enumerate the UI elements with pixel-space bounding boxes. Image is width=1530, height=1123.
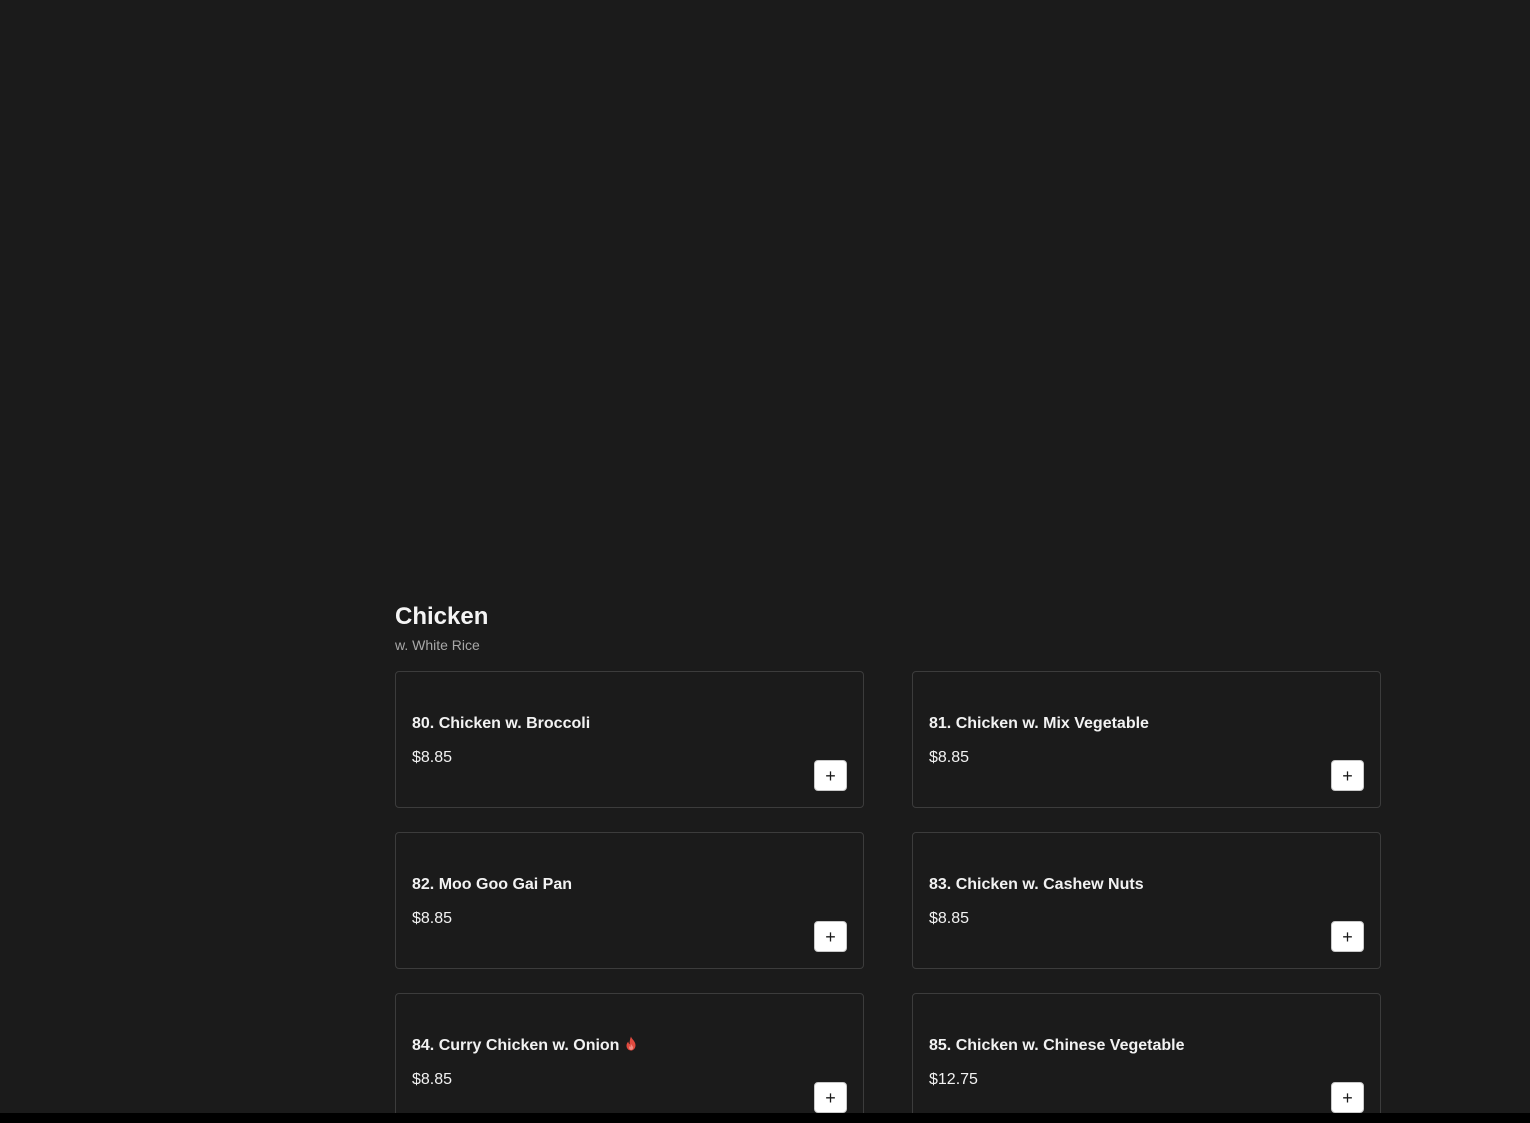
- menu-item-grid: 80. Chicken w. Broccoli $8.85 + 81. Chic…: [395, 671, 1381, 1123]
- menu-item-price: $8.85: [929, 749, 970, 766]
- add-to-cart-button[interactable]: +: [814, 1082, 847, 1113]
- bottom-bar: [0, 1113, 1530, 1123]
- menu-item-card[interactable]: 80. Chicken w. Broccoli $8.85 +: [395, 671, 864, 808]
- menu-item-card[interactable]: 83. Chicken w. Cashew Nuts $8.85 +: [912, 832, 1381, 969]
- menu-item-name: 81. Chicken w. Mix Vegetable: [929, 715, 1149, 732]
- menu-item-card[interactable]: 81. Chicken w. Mix Vegetable $8.85 +: [912, 671, 1381, 808]
- add-to-cart-button[interactable]: +: [1331, 760, 1364, 791]
- menu-item-price: $8.85: [412, 1071, 453, 1088]
- menu-item-name: 83. Chicken w. Cashew Nuts: [929, 876, 1144, 893]
- menu-item-name: 82. Moo Goo Gai Pan: [412, 876, 573, 893]
- add-to-cart-button[interactable]: +: [814, 760, 847, 791]
- flame-icon: [625, 1036, 637, 1057]
- add-to-cart-button[interactable]: +: [814, 921, 847, 952]
- section-title: Chicken: [395, 603, 489, 630]
- menu-item-card[interactable]: 84. Curry Chicken w. Onion $8.85 +: [395, 993, 864, 1123]
- menu-section-chicken: Chicken w. White Rice 80. Chicken w. Bro…: [395, 600, 1381, 1123]
- hero-area: [0, 0, 1530, 580]
- menu-item-name: 80. Chicken w. Broccoli: [412, 715, 591, 732]
- add-to-cart-button[interactable]: +: [1331, 1082, 1364, 1113]
- menu-page: Chicken w. White Rice 80. Chicken w. Bro…: [0, 0, 1530, 1123]
- menu-item-price: $12.75: [929, 1071, 978, 1088]
- menu-item-card[interactable]: 85. Chicken w. Chinese Vegetable $12.75 …: [912, 993, 1381, 1123]
- menu-item-card[interactable]: 82. Moo Goo Gai Pan $8.85 +: [395, 832, 864, 969]
- menu-item-name: 84. Curry Chicken w. Onion: [412, 1036, 637, 1057]
- menu-item-price: $8.85: [412, 749, 453, 766]
- menu-item-price: $8.85: [412, 910, 453, 927]
- add-to-cart-button[interactable]: +: [1331, 921, 1364, 952]
- menu-item-price: $8.85: [929, 910, 970, 927]
- section-subtitle: w. White Rice: [395, 637, 480, 653]
- menu-item-name: 85. Chicken w. Chinese Vegetable: [929, 1037, 1185, 1054]
